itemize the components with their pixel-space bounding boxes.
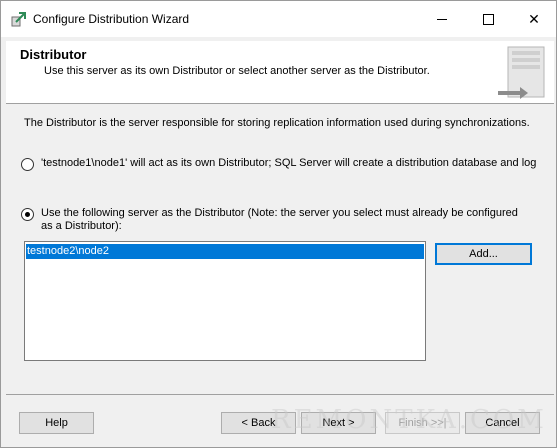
wizard-window: Configure Distribution Wizard ✕ Distribu… xyxy=(0,0,557,448)
minimize-icon xyxy=(437,18,447,20)
other-distributor-option[interactable]: Use the following server as the Distribu… xyxy=(21,207,526,233)
page-subtitle: Use this server as its own Distributor o… xyxy=(44,65,430,77)
footer-divider xyxy=(6,394,554,395)
help-button[interactable]: Help xyxy=(19,412,94,434)
minimize-button[interactable] xyxy=(419,1,465,37)
intro-text: The Distributor is the server responsibl… xyxy=(24,117,530,129)
title-bar: Configure Distribution Wizard ✕ xyxy=(1,1,556,37)
other-distributor-label: Use the following server as the Distribu… xyxy=(41,207,518,232)
server-icon xyxy=(490,43,552,101)
close-button[interactable]: ✕ xyxy=(511,1,557,37)
maximize-button[interactable] xyxy=(465,1,511,37)
page-title: Distributor xyxy=(20,47,87,62)
radio-other-distributor[interactable] xyxy=(21,208,34,221)
finish-button[interactable]: Finish >>| xyxy=(385,412,460,434)
wizard-icon xyxy=(10,10,28,28)
maximize-icon xyxy=(482,13,494,25)
distributor-server-list[interactable]: testnode2\node2 xyxy=(24,241,426,361)
radio-own-distributor[interactable] xyxy=(21,158,34,171)
wizard-header: Distributor Use this server as its own D… xyxy=(6,41,554,104)
back-button[interactable]: < Back xyxy=(221,412,296,434)
list-item[interactable]: testnode2\node2 xyxy=(26,244,424,259)
window-title: Configure Distribution Wizard xyxy=(33,12,190,26)
own-distributor-label: 'testnode1\node1' will act as its own Di… xyxy=(41,157,537,169)
own-distributor-option[interactable]: 'testnode1\node1' will act as its own Di… xyxy=(21,157,536,171)
close-icon: ✕ xyxy=(528,10,540,27)
cancel-button[interactable]: Cancel xyxy=(465,412,540,434)
next-button[interactable]: Next > xyxy=(301,412,376,434)
add-button[interactable]: Add... xyxy=(435,243,532,265)
